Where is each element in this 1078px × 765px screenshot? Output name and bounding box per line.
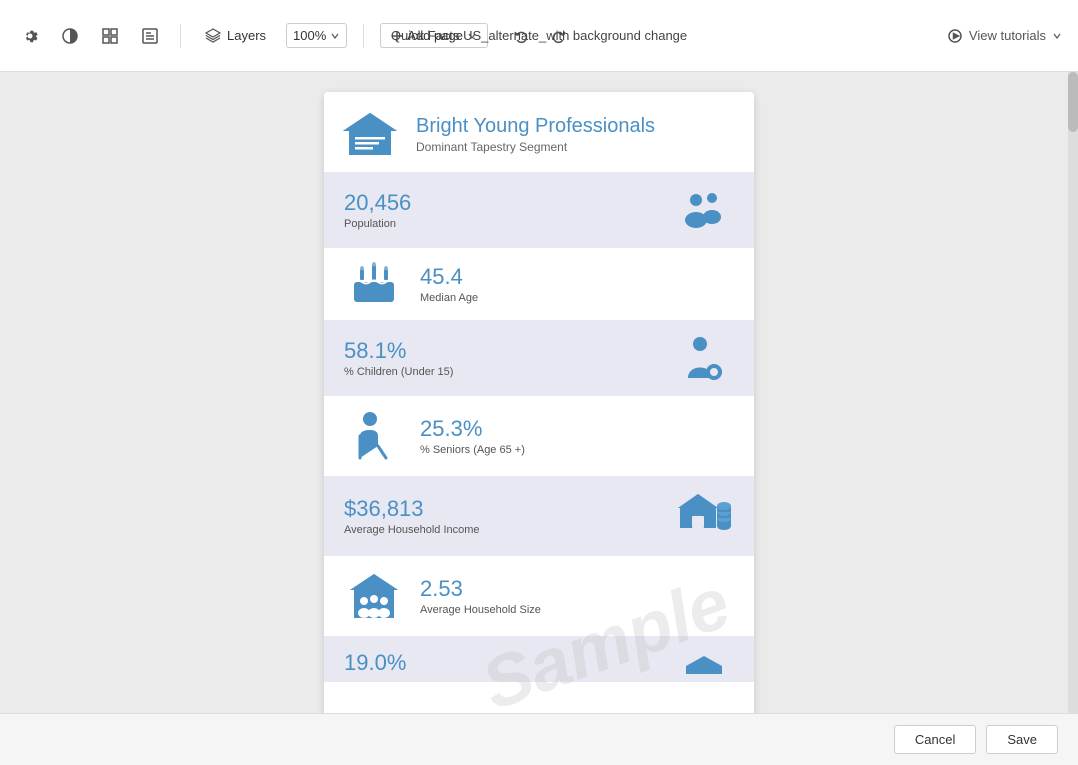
scrollbar-track[interactable]	[1068, 72, 1078, 765]
population-icon	[674, 186, 734, 234]
stat-text-seniors: 25.3% % Seniors (Age 65 +)	[420, 416, 734, 456]
stat-label-age: Median Age	[420, 292, 734, 304]
stat-label-hhsize: Average Household Size	[420, 604, 734, 616]
stat-row-last: 19.0%	[324, 636, 754, 682]
seniors-icon	[344, 410, 404, 462]
main-area: Sample Bright Young Pro	[0, 72, 1078, 765]
stat-row-income: $36,813 Average Household Income	[324, 476, 754, 556]
house-lines-icon	[342, 110, 398, 158]
card-title: Bright Young Professionals	[416, 115, 655, 138]
play-circle-icon	[947, 28, 963, 44]
stat-row-population: 20,456 Population	[324, 172, 754, 248]
scrollbar-thumb[interactable]	[1068, 72, 1078, 132]
stat-value-children: 58.1%	[344, 338, 658, 364]
save-button[interactable]: Save	[986, 725, 1058, 754]
layers-button[interactable]: Layers	[197, 24, 274, 48]
chevron-down-icon	[330, 31, 340, 41]
zoom-value: 100%	[293, 28, 326, 43]
median-age-icon	[344, 262, 404, 306]
stat-value-last: 19.0%	[344, 650, 658, 676]
export-icon	[141, 27, 159, 45]
card-subtitle: Dominant Tapestry Segment	[416, 140, 655, 154]
stat-text-children: 58.1% % Children (Under 15)	[344, 338, 658, 378]
grid-icon	[101, 27, 119, 45]
stat-label-children: % Children (Under 15)	[344, 366, 658, 378]
contrast-icon	[61, 27, 79, 45]
cancel-button[interactable]: Cancel	[894, 725, 976, 754]
stat-row-hhsize: 2.53 Average Household Size	[324, 556, 754, 636]
stat-text-last: 19.0%	[344, 650, 658, 678]
info-card: Sample Bright Young Pro	[324, 92, 754, 745]
household-size-icon	[344, 570, 404, 622]
header-icon	[340, 110, 400, 158]
toolbar-divider2	[363, 24, 364, 48]
stat-row-seniors: 25.3% % Seniors (Age 65 +)	[324, 396, 754, 476]
view-tutorials-label: View tutorials	[969, 28, 1046, 43]
stat-text-hhsize: 2.53 Average Household Size	[420, 576, 734, 616]
zoom-dropdown[interactable]: 100%	[286, 23, 347, 48]
stat-text-income: $36,813 Average Household Income	[344, 496, 658, 536]
gear-icon	[21, 27, 39, 45]
stat-label-seniors: % Seniors (Age 65 +)	[420, 444, 734, 456]
last-icon	[674, 654, 734, 674]
top-bar: Layers 100% Add page	[0, 0, 1078, 72]
card-header: Bright Young Professionals Dominant Tape…	[324, 92, 754, 172]
stat-value-income: $36,813	[344, 496, 658, 522]
stat-label-population: Population	[344, 218, 658, 230]
layers-icon	[205, 28, 221, 44]
chevron-down-icon3	[1052, 31, 1062, 41]
export-button[interactable]	[136, 22, 164, 50]
header-text: Bright Young Professionals Dominant Tape…	[416, 115, 655, 154]
stat-value-population: 20,456	[344, 190, 658, 216]
stat-label-income: Average Household Income	[344, 524, 658, 536]
grid-button[interactable]	[96, 22, 124, 50]
stat-text-population: 20,456 Population	[344, 190, 658, 230]
children-icon	[674, 334, 734, 382]
stat-value-hhsize: 2.53	[420, 576, 734, 602]
toolbar-divider	[180, 24, 181, 48]
stat-value-seniors: 25.3%	[420, 416, 734, 442]
stat-text-age: 45.4 Median Age	[420, 264, 734, 304]
page-title: Quick Facts US_alternate_with background…	[391, 28, 687, 43]
bottom-bar: Cancel Save	[0, 713, 1078, 765]
stat-row-children: 58.1% % Children (Under 15)	[324, 320, 754, 396]
stat-value-age: 45.4	[420, 264, 734, 290]
view-tutorials-button[interactable]: View tutorials	[947, 28, 1062, 44]
contrast-button[interactable]	[56, 22, 84, 50]
stat-row-age: 45.4 Median Age	[324, 248, 754, 320]
settings-button[interactable]	[16, 22, 44, 50]
income-icon	[674, 490, 734, 542]
layers-label: Layers	[227, 28, 266, 43]
